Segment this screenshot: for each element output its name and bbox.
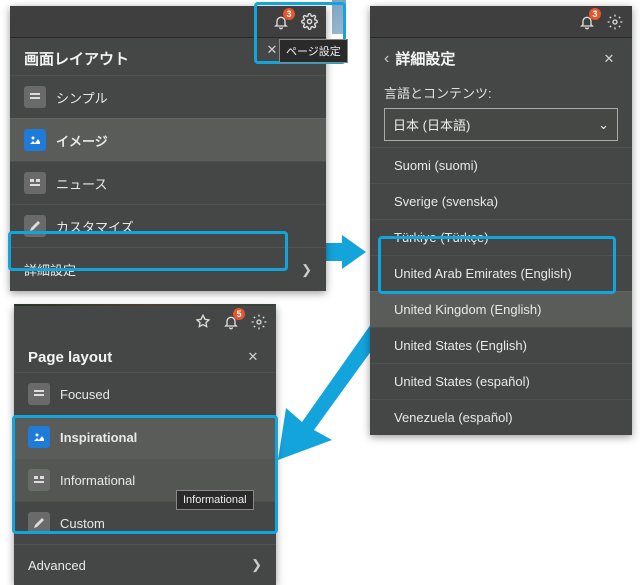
gear-tooltip: ページ設定 bbox=[279, 39, 348, 63]
pencil-icon bbox=[24, 215, 46, 237]
language-selected: 日本 (日本語) bbox=[393, 115, 470, 134]
advanced-settings-row[interactable]: 詳細設定 ❯ bbox=[10, 247, 326, 291]
notifications-bell-icon[interactable]: 3 bbox=[270, 11, 292, 33]
news-icon bbox=[28, 469, 50, 491]
layout-option-list: シンプル イメージ ニュース カスタマイズ bbox=[10, 75, 326, 247]
layout-item-image[interactable]: イメージ bbox=[10, 118, 326, 161]
layout-item-news[interactable]: ニュース bbox=[10, 161, 326, 204]
language-option[interactable]: Türkiye (Türkçe) bbox=[370, 219, 632, 255]
chevron-right-icon: ❯ bbox=[301, 262, 312, 278]
layout-item-label: Focused bbox=[60, 387, 110, 402]
language-select[interactable]: 日本 (日本語) ⌄ bbox=[384, 108, 618, 141]
item-tooltip: Informational bbox=[176, 490, 254, 510]
rewards-icon[interactable] bbox=[192, 311, 214, 333]
language-option[interactable]: United Kingdom (English) bbox=[370, 291, 632, 327]
language-option[interactable]: United States (English) bbox=[370, 327, 632, 363]
panel-title: 詳細設定 bbox=[395, 48, 600, 69]
advanced-label: 詳細設定 bbox=[24, 260, 76, 279]
close-icon[interactable]: ✕ bbox=[244, 348, 262, 366]
language-option[interactable]: Suomi (suomi) bbox=[370, 147, 632, 183]
layout-item-label: シンプル bbox=[56, 88, 108, 107]
gear-icon[interactable] bbox=[248, 311, 270, 333]
gear-icon[interactable] bbox=[604, 11, 626, 33]
language-option[interactable]: Venezuela (español) bbox=[370, 399, 632, 435]
notifications-bell-icon[interactable]: 3 bbox=[576, 11, 598, 33]
back-icon[interactable]: ‹ bbox=[384, 50, 389, 68]
advanced-label: Advanced bbox=[28, 558, 86, 573]
image-icon bbox=[28, 426, 50, 448]
advanced-row[interactable]: Advanced ❯ bbox=[14, 544, 276, 585]
language-option[interactable]: United Arab Emirates (English) bbox=[370, 255, 632, 291]
image-icon bbox=[24, 129, 46, 151]
notifications-bell-icon[interactable]: 5 bbox=[220, 311, 242, 333]
notification-badge: 5 bbox=[233, 308, 245, 320]
layout-item-label: カスタマイズ bbox=[56, 217, 134, 236]
notification-badge: 3 bbox=[283, 8, 295, 20]
layout-item-focused[interactable]: Focused bbox=[14, 372, 276, 415]
language-section-label: 言語とコンテンツ: bbox=[370, 75, 632, 108]
layout-option-list: Focused Inspirational Informational Cust… bbox=[14, 372, 276, 544]
close-icon[interactable]: ✕ bbox=[263, 41, 281, 59]
layout-item-label: Custom bbox=[60, 516, 105, 531]
chevron-down-icon: ⌄ bbox=[598, 117, 609, 133]
layout-item-label: Informational bbox=[60, 473, 135, 488]
layout-item-label: イメージ bbox=[56, 131, 108, 150]
layout-item-custom[interactable]: カスタマイズ bbox=[10, 204, 326, 247]
focused-icon bbox=[28, 383, 50, 405]
layout-item-inspirational[interactable]: Inspirational bbox=[14, 415, 276, 458]
focused-icon bbox=[24, 86, 46, 108]
chevron-right-icon: ❯ bbox=[251, 557, 262, 573]
layout-item-simple[interactable]: シンプル bbox=[10, 75, 326, 118]
page-title: 画面レイアウト bbox=[24, 48, 129, 69]
news-icon bbox=[24, 172, 46, 194]
page-title: Page layout bbox=[28, 349, 112, 366]
language-option[interactable]: United States (español) bbox=[370, 363, 632, 399]
close-icon[interactable]: ✕ bbox=[600, 50, 618, 68]
language-option-list: Suomi (suomi) Sverige (svenska) Türkiye … bbox=[370, 147, 632, 435]
layout-item-label: Inspirational bbox=[60, 430, 137, 445]
pencil-icon bbox=[28, 512, 50, 534]
layout-item-label: ニュース bbox=[56, 174, 107, 193]
language-option[interactable]: Sverige (svenska) bbox=[370, 183, 632, 219]
notification-badge: 3 bbox=[589, 8, 601, 20]
gear-icon[interactable] bbox=[298, 11, 320, 33]
